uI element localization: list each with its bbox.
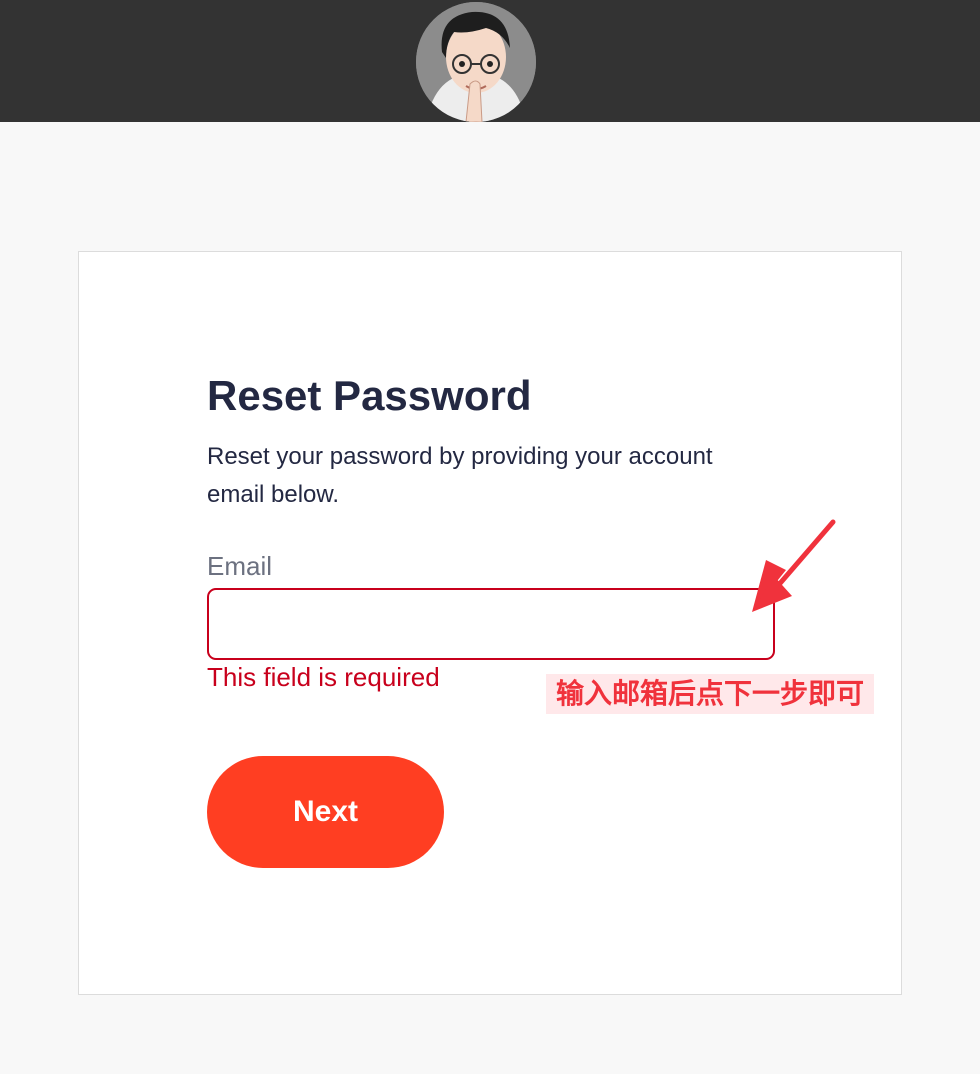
annotation-note: 输入邮箱后点下一步即可 <box>546 674 875 714</box>
red-arrow-icon <box>752 519 836 612</box>
user-avatar-cartoon-icon <box>416 2 536 122</box>
page-title: Reset Password <box>207 372 532 419</box>
page-description: Reset your password by providing your ac… <box>207 443 713 508</box>
avatar <box>416 2 536 122</box>
email-label: Email <box>207 551 273 581</box>
top-bar <box>0 0 980 122</box>
email-error-message: This field is required <box>207 662 440 692</box>
next-button[interactable]: Next <box>207 756 444 868</box>
email-field[interactable] <box>207 588 775 660</box>
